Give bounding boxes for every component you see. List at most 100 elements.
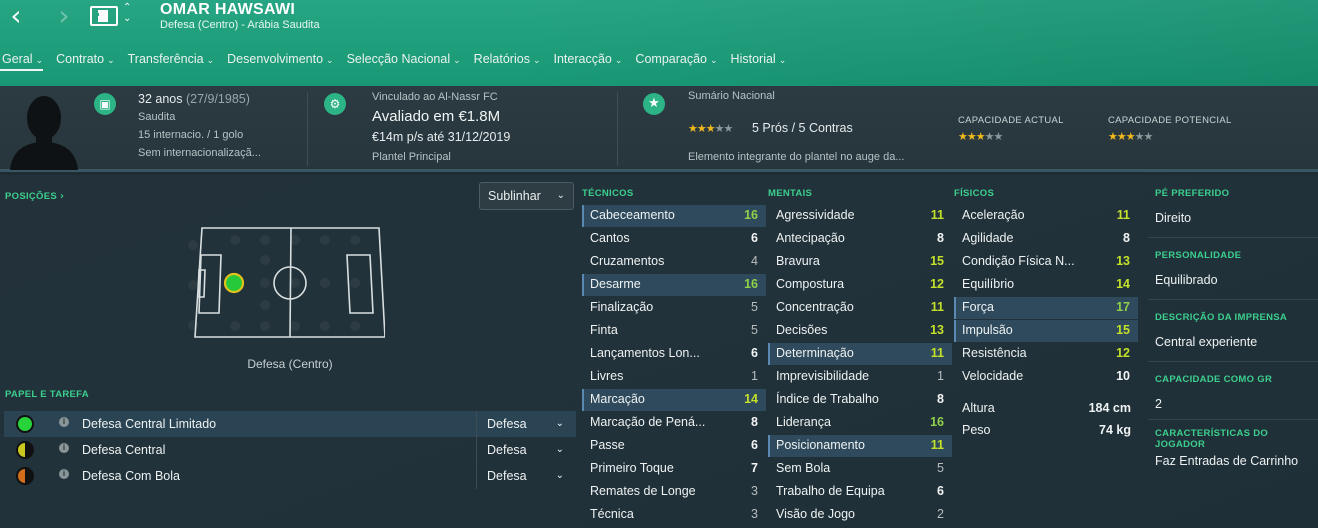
attribute-name: Imprevisibilidade <box>776 369 870 383</box>
current-ability-stars: ★★★★★ <box>958 130 1003 143</box>
player-avatar[interactable] <box>6 88 82 170</box>
height-value: 184 cm <box>1088 401 1131 415</box>
role-row[interactable]: i Defesa Com Bola Defesa ⌄ <box>4 463 576 489</box>
tab-3[interactable]: Desenvolvimento ⌄ <box>227 50 333 70</box>
attribute-row[interactable]: Aceleração 11 <box>954 205 1138 227</box>
tab-2[interactable]: Transferência ⌄ <box>128 50 215 70</box>
player-switch-icon[interactable]: ⌃ ⌄ <box>123 2 131 24</box>
chevron-down-icon: ⌄ <box>107 56 115 66</box>
info-icon[interactable]: i <box>59 417 69 427</box>
star-icon: ★ <box>966 130 977 143</box>
attribute-name: Primeiro Toque <box>590 461 674 475</box>
attribute-name: Índice de Trabalho <box>776 392 879 406</box>
attribute-row[interactable]: Índice de Trabalho 8 <box>768 389 952 411</box>
back-icon[interactable]: ‹ <box>4 2 28 30</box>
attribute-row[interactable]: Marcação 14 <box>582 389 766 411</box>
attribute-row[interactable]: Agilidade 8 <box>954 228 1138 250</box>
attribute-row[interactable]: Resistência 12 <box>954 343 1138 365</box>
attribute-row[interactable]: Lançamentos Lon... 6 <box>582 343 766 365</box>
duty-dropdown[interactable]: Defesa ⌄ <box>476 437 576 463</box>
positions-title[interactable]: POSIÇÕES › <box>5 191 64 202</box>
highlight-dropdown[interactable]: Sublinhar ⌄ <box>479 182 574 210</box>
kit-icon[interactable] <box>90 6 118 26</box>
chevron-down-icon: ⌄ <box>326 56 334 66</box>
forward-icon[interactable]: › <box>52 2 76 30</box>
attribute-row[interactable]: Impulsão 15 <box>954 320 1138 342</box>
tab-1[interactable]: Contrato ⌄ <box>56 50 115 70</box>
intl-status: Sem internacionalizaçã... <box>138 147 261 159</box>
attribute-value: 8 <box>937 231 944 245</box>
attribute-row[interactable]: Trabalho de Equipa 6 <box>768 481 952 503</box>
star-icon: ★ <box>1108 130 1118 143</box>
tab-8[interactable]: Historial ⌄ <box>731 50 787 70</box>
technical-title: TÉCNICOS <box>582 188 634 199</box>
role-row[interactable]: i Defesa Central Limitado Defesa ⌄ <box>4 411 576 437</box>
chevron-down-icon: ⌄ <box>555 418 564 429</box>
tab-6[interactable]: Interacção ⌄ <box>554 50 623 70</box>
role-name: Defesa Com Bola <box>82 469 180 483</box>
attribute-row[interactable]: Remates de Longe 3 <box>582 481 766 503</box>
attribute-row[interactable]: Finalização 5 <box>582 297 766 319</box>
attribute-row[interactable]: Posicionamento 11 <box>768 435 952 457</box>
attribute-row[interactable]: Força 17 <box>954 297 1138 319</box>
star-icon: ★ <box>1116 130 1127 143</box>
attribute-name: Concentração <box>776 300 854 314</box>
info-icon[interactable]: i <box>59 469 69 479</box>
attribute-name: Força <box>962 300 994 314</box>
attribute-row[interactable]: Passe 6 <box>582 435 766 457</box>
attribute-name: Agilidade <box>962 231 1014 245</box>
attribute-row[interactable]: Liderança 16 <box>768 412 952 434</box>
attribute-row[interactable]: Antecipação 8 <box>768 228 952 250</box>
attribute-row[interactable]: Imprevisibilidade 1 <box>768 366 952 388</box>
attribute-row[interactable]: Técnica 3 <box>582 504 766 526</box>
tab-7[interactable]: Comparação ⌄ <box>635 50 717 70</box>
star-icon: ★ <box>714 122 725 135</box>
attribute-row[interactable]: Sem Bola 5 <box>768 458 952 480</box>
role-row[interactable]: i Defesa Central Defesa ⌄ <box>4 437 576 463</box>
attribute-row[interactable]: Compostura 12 <box>768 274 952 296</box>
attribute-value: 10 <box>1116 369 1130 383</box>
attribute-row[interactable]: Primeiro Toque 7 <box>582 458 766 480</box>
attribute-row[interactable]: Agressividade 11 <box>768 205 952 227</box>
attribute-row[interactable]: Decisões 13 <box>768 320 952 342</box>
attribute-name: Condição Física N... <box>962 254 1075 268</box>
player-wage: €14m p/s até 31/12/2019 <box>372 130 511 144</box>
star-icon: ★ <box>643 93 665 115</box>
attribute-name: Velocidade <box>962 369 1024 383</box>
attribute-row[interactable]: Livres 1 <box>582 366 766 388</box>
tab-4[interactable]: Selecção Nacional ⌄ <box>347 50 461 70</box>
attribute-row[interactable]: Cantos 6 <box>582 228 766 250</box>
attribute-row[interactable]: Visão de Jogo 2 <box>768 504 952 526</box>
attribute-row[interactable]: Desarme 16 <box>582 274 766 296</box>
attribute-row[interactable]: Finta 5 <box>582 320 766 342</box>
attribute-row[interactable]: Equilíbrio 14 <box>954 274 1138 296</box>
attribute-name: Decisões <box>776 323 828 337</box>
attribute-row[interactable]: Cruzamentos 4 <box>582 251 766 273</box>
tab-0[interactable]: Geral ⌄ <box>0 50 44 71</box>
tab-5[interactable]: Relatórios ⌄ <box>474 50 541 70</box>
pros-cons[interactable]: 5 Prós / 5 Contras <box>752 121 853 135</box>
highlight-bar <box>768 435 770 457</box>
attribute-row[interactable]: Marcação de Pená... 8 <box>582 412 766 434</box>
attribute-value: 12 <box>1116 346 1130 360</box>
press-title: DESCRIÇÃO DA IMPRENSA <box>1155 312 1288 323</box>
attribute-row[interactable]: Cabeceamento 16 <box>582 205 766 227</box>
duty-dropdown[interactable]: Defesa ⌄ <box>476 463 576 489</box>
personality: Equilibrado <box>1155 273 1218 287</box>
attribute-row[interactable]: Concentração 11 <box>768 297 952 319</box>
star-icon: ★ <box>688 122 698 135</box>
attribute-value: 1 <box>751 369 758 383</box>
attribute-name: Antecipação <box>776 231 845 245</box>
duty-dropdown[interactable]: Defesa ⌄ <box>476 411 576 437</box>
attribute-row[interactable]: Condição Física N... 13 <box>954 251 1138 273</box>
club-link[interactable]: Vinculado ao Al-Nassr FC <box>372 91 498 103</box>
tab-label: Interacção <box>553 52 612 66</box>
attribute-row[interactable]: Determinação 11 <box>768 343 952 365</box>
info-icon[interactable]: i <box>59 443 69 453</box>
attribute-name: Sem Bola <box>776 461 831 475</box>
star-icon: ★ <box>984 130 995 143</box>
attribute-value: 16 <box>744 277 758 291</box>
player-trait[interactable]: Faz Entradas de Carrinho <box>1155 454 1298 468</box>
attribute-row[interactable]: Bravura 15 <box>768 251 952 273</box>
attribute-row[interactable]: Velocidade 10 <box>954 366 1138 388</box>
